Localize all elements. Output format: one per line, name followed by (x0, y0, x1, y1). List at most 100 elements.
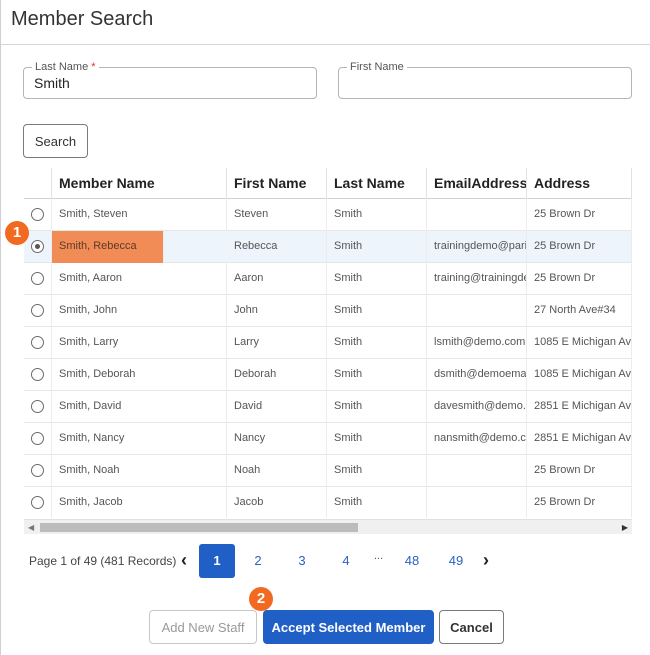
cell-first-name: Jacob (227, 487, 327, 518)
page-button-1[interactable]: 1 (199, 544, 235, 578)
table-row[interactable]: Smith, Deborah Deborah Smith dsmith@demoema… (24, 359, 632, 391)
row-radio-button[interactable] (31, 368, 44, 381)
cell-last-name: Smith (327, 455, 427, 487)
row-radio-button[interactable] (31, 464, 44, 477)
cell-first-name: Rebecca (227, 231, 327, 263)
row-radio-button[interactable] (31, 304, 44, 317)
page-button-3[interactable]: 3 (284, 544, 320, 578)
cell-last-name: Smith (327, 391, 427, 423)
cell-address: 2851 E Michigan Av (527, 423, 632, 455)
cell-email (427, 455, 527, 487)
dialog-title: Member Search (11, 8, 154, 30)
page-button-48[interactable]: 48 (394, 544, 430, 578)
cell-member-name: Smith, Aaron (52, 263, 227, 295)
cell-first-name: David (227, 391, 327, 423)
last-name-field[interactable]: Last Name * (23, 61, 317, 99)
cell-select (24, 423, 52, 455)
header-first-name[interactable]: First Name (227, 168, 327, 199)
chevron-left-icon[interactable]: ‹ (181, 550, 187, 571)
cell-email: nansmith@demo.cc (427, 423, 527, 455)
cancel-button[interactable]: Cancel (439, 610, 504, 644)
first-name-input[interactable] (349, 73, 619, 93)
results-table: Member Name First Name Last Name EmailAd… (24, 168, 632, 518)
cell-member-name: Smith, John (52, 295, 227, 327)
cell-first-name: Deborah (227, 359, 327, 391)
cell-email: dsmith@demoemai (427, 359, 527, 391)
horizontal-scrollbar[interactable]: ◀ ▶ (24, 519, 632, 534)
row-radio-button[interactable] (31, 272, 44, 285)
cell-email: trainingdemo@paris (427, 231, 527, 263)
page-button-2[interactable]: 2 (240, 544, 276, 578)
header-member-name[interactable]: Member Name (52, 168, 227, 199)
first-name-label: First Name (347, 61, 407, 73)
cell-first-name: Nancy (227, 423, 327, 455)
last-name-label: Last Name * (32, 61, 99, 73)
cell-select (24, 327, 52, 359)
table-row[interactable]: Smith, Noah Noah Smith 25 Brown Dr (24, 455, 632, 487)
table-header: Member Name First Name Last Name EmailAd… (24, 168, 632, 199)
cell-member-name: Smith, Noah (52, 455, 227, 487)
cell-member-name: Smith, Jacob (52, 487, 227, 518)
header-email[interactable]: EmailAddress (427, 168, 527, 199)
row-radio-button[interactable] (31, 432, 44, 445)
page-button-49[interactable]: 49 (438, 544, 474, 578)
cell-member-name: Smith, Steven (52, 199, 227, 231)
first-name-field[interactable]: First Name (338, 61, 632, 99)
table-row[interactable]: Smith, Rebecca Rebecca Smith trainingdemo@p… (24, 231, 632, 263)
table-row[interactable]: Smith, Steven Steven Smith 25 Brown Dr (24, 199, 632, 231)
table-row[interactable]: Smith, Larry Larry Smith lsmith@demo.com 108… (24, 327, 632, 359)
header-address[interactable]: Address (527, 168, 632, 199)
cell-member-name: Smith, Rebecca (52, 231, 164, 263)
add-new-staff-button[interactable]: Add New Staff (149, 610, 257, 644)
cell-last-name: Smith (327, 327, 427, 359)
cell-address: 27 North Ave#34 (527, 295, 632, 327)
scroll-left-icon[interactable]: ◀ (28, 523, 34, 532)
cell-select (24, 455, 52, 487)
cell-address: 2851 E Michigan Av (527, 391, 632, 423)
cell-address: 1085 E Michigan Av (527, 327, 632, 359)
row-radio-button[interactable] (31, 496, 44, 509)
step-1-badge: 1 (5, 221, 29, 245)
cell-last-name: Smith (327, 295, 427, 327)
cell-last-name: Smith (327, 263, 427, 295)
cell-member-name: Smith, Nancy (52, 423, 227, 455)
cell-member-name: Smith, David (52, 391, 227, 423)
row-radio-button[interactable] (31, 208, 44, 221)
header-select (24, 168, 52, 199)
table-row[interactable]: Smith, Aaron Aaron Smith training@trainingd… (24, 263, 632, 295)
cell-email (427, 295, 527, 327)
header-last-name[interactable]: Last Name (327, 168, 427, 199)
chevron-right-icon[interactable]: › (483, 550, 489, 571)
cell-first-name: John (227, 295, 327, 327)
last-name-input[interactable] (34, 73, 304, 93)
scroll-right-icon[interactable]: ▶ (622, 523, 628, 532)
cell-email (427, 199, 527, 231)
cell-last-name: Smith (327, 359, 427, 391)
cell-email: davesmith@demo.c (427, 391, 527, 423)
cell-first-name: Larry (227, 327, 327, 359)
row-radio-button[interactable] (31, 336, 44, 349)
table-row[interactable]: Smith, Nancy Nancy Smith nansmith@demo.cc 28… (24, 423, 632, 455)
cell-select (24, 359, 52, 391)
search-button[interactable]: Search (23, 124, 88, 158)
table-row[interactable]: Smith, David David Smith davesmith@demo.c 28… (24, 391, 632, 423)
cell-first-name: Noah (227, 455, 327, 487)
cell-select (24, 487, 52, 518)
cell-first-name: Steven (227, 199, 327, 231)
cell-member-name: Smith, Larry (52, 327, 227, 359)
cell-email (427, 487, 527, 518)
row-radio-button[interactable] (31, 400, 44, 413)
table-row[interactable]: Smith, Jacob Jacob Smith 25 Brown Dr (24, 487, 632, 518)
row-radio-button[interactable] (31, 240, 44, 253)
accept-selected-member-button[interactable]: Accept Selected Member (263, 610, 434, 644)
cell-address: 25 Brown Dr (527, 455, 632, 487)
cell-select (24, 199, 52, 231)
scrollbar-thumb[interactable] (40, 523, 358, 532)
cell-last-name: Smith (327, 487, 427, 518)
page-button-4[interactable]: 4 (328, 544, 364, 578)
table-row[interactable]: Smith, John John Smith 27 North Ave#34 (24, 295, 632, 327)
cell-address: 1085 E Michigan Av (527, 359, 632, 391)
cell-email: training@trainingde (427, 263, 527, 295)
step-2-badge: 2 (249, 587, 273, 611)
pagination-ellipsis: ... (374, 550, 384, 562)
